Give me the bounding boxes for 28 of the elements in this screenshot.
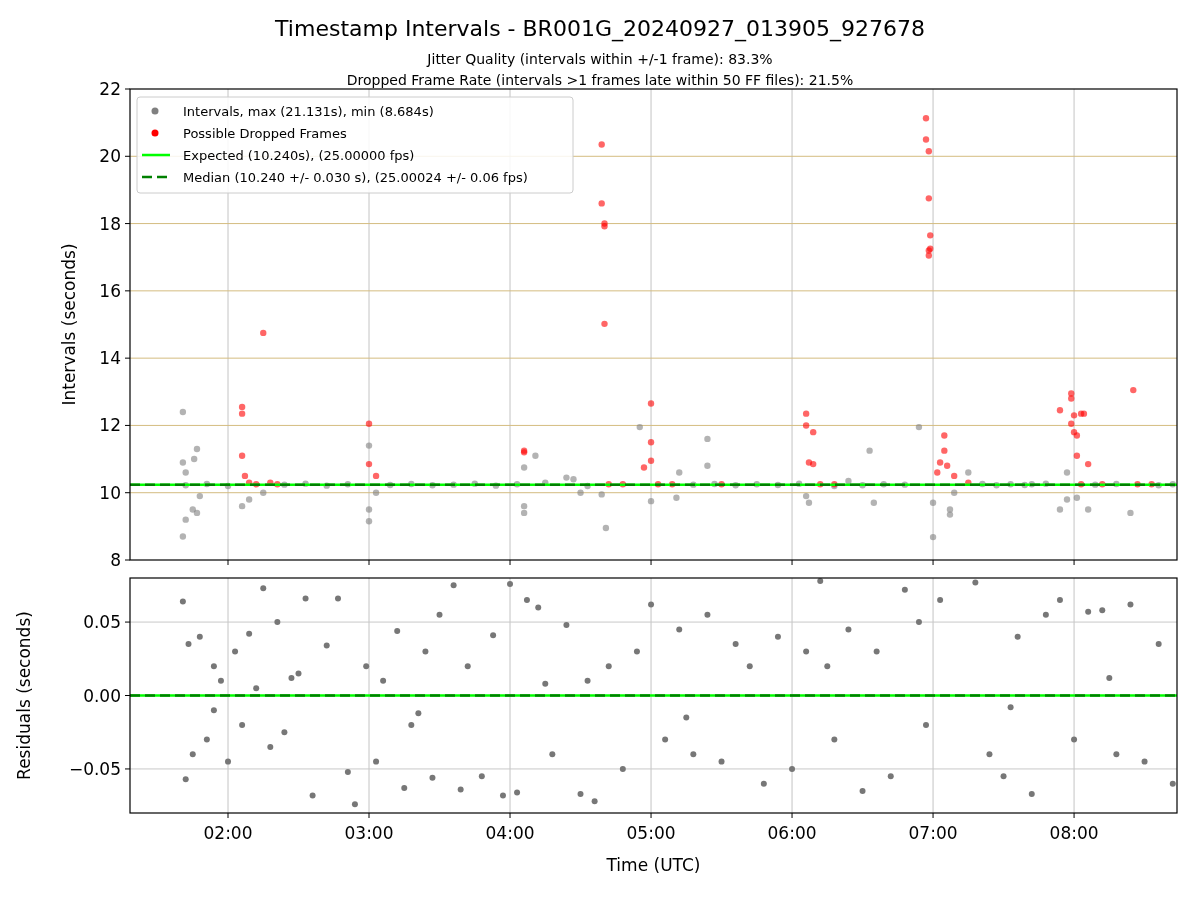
chart-title: Timestamp Intervals - BR001G_20240927_013905_927678 [275,16,925,41]
x-tick-label: 03:00 [344,823,394,843]
y-axis-label: Intervals (seconds) [59,243,79,406]
y-tick-label: 0.05 [83,612,121,633]
x-tick-label: 02:00 [203,823,253,843]
y-tick-label: 10 [99,482,121,503]
x-tick-label: 07:00 [908,823,958,843]
y-tick-label: 16 [99,280,121,301]
y-tick-label: 18 [99,213,121,234]
chart-subtitle: Dropped Frame Rate (intervals >1 frames late within 50 FF files): 21.5% [346,72,854,88]
y-tick-label: 20 [99,146,121,167]
y-tick-label: 22 [99,79,121,99]
x-tick-label: 08:00 [1049,823,1099,843]
legend-label: Intervals, max (21.131s), min (8.684s) [183,104,434,119]
y-tick-label: 12 [99,415,121,436]
legend-label: Possible Dropped Frames [183,126,347,141]
y-tick-label: 8 [110,550,121,570]
chart-subtitle: Jitter Quality (intervals within +/-1 frame): 83.3% [427,51,773,67]
x-tick-label: 04:00 [485,823,535,843]
x-axis-label: Time (UTC) [606,855,701,875]
y-tick-label: 0.00 [83,685,121,706]
x-tick-label: 06:00 [767,823,817,843]
y-tick-label: 14 [99,348,121,369]
legend-label: Expected (10.240s), (25.00000 fps) [183,148,415,163]
y-tick-label: −0.05 [68,758,121,779]
x-tick-label: 05:00 [626,823,676,843]
legend-label: Median (10.240 +/- 0.030 s), (25.00024 +/- 0.06 fps) [183,170,528,185]
y-axis-label: Residuals (seconds) [14,611,34,780]
